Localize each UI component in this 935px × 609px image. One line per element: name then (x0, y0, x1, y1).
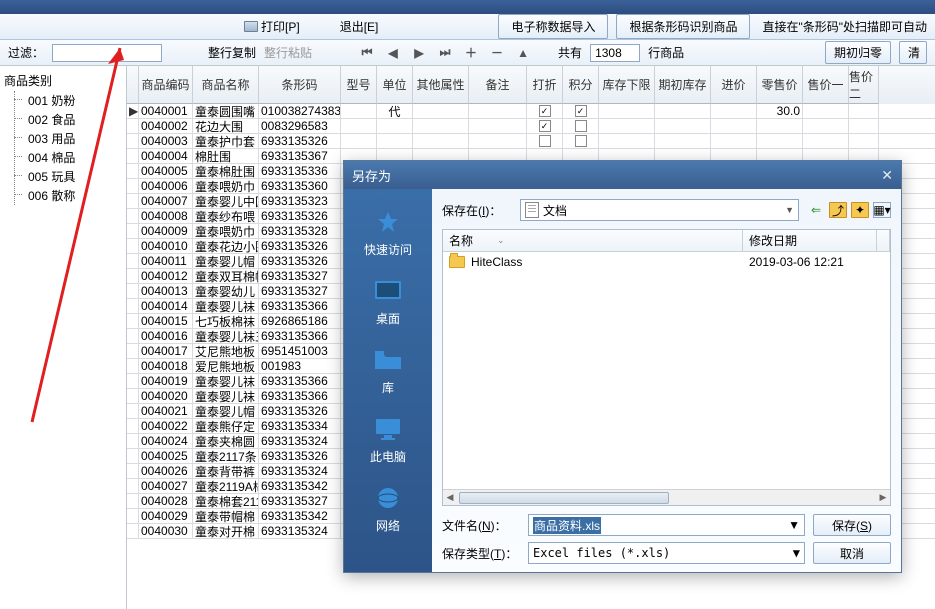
dialog-places-bar: 快速访问 桌面 库 此电脑 网络 (344, 189, 432, 572)
folder-icon (370, 345, 406, 375)
filename-input[interactable]: 商品资料.xls ▼ (528, 514, 805, 536)
chevron-down-icon: ▼ (793, 546, 800, 560)
tree-item[interactable]: 005 玩具 (4, 167, 122, 186)
horizontal-scrollbar[interactable]: ◀ ▶ (443, 489, 890, 505)
col-barcode[interactable]: 条形码 (259, 66, 341, 104)
toolbar-hint: 直接在"条形码"处扫描即可自动 (758, 18, 931, 35)
quick-access-item[interactable]: 快速访问 (364, 207, 412, 258)
folder-icon (449, 256, 465, 268)
computer-icon (370, 414, 406, 444)
main-toolbar: 打印[P] 退出[E] 电子称数据导入 根据条形码识别商品 直接在"条形码"处扫… (0, 14, 935, 40)
scrollbar-thumb[interactable] (459, 492, 669, 504)
location-combo[interactable]: 文档 ▼ (520, 199, 799, 221)
col-model[interactable]: 型号 (341, 66, 377, 104)
first-button[interactable]: ⏮ (358, 45, 376, 60)
save-button[interactable]: 保存(S) (813, 514, 891, 536)
grid-header: 商品编码 商品名称 条形码 型号 单位 其他属性 备注 打折 积分 库存下限 期… (127, 66, 935, 104)
file-list: 名称 ⌄ 修改日期 HiteClass2019-03-06 12:21 ◀ ▶ (442, 229, 891, 506)
printer-icon (244, 21, 258, 32)
location-value: 文档 (543, 202, 567, 219)
back-icon[interactable]: ⇐ (807, 202, 825, 218)
next-button[interactable]: ▶ (410, 46, 428, 60)
filter-label: 过滤： (8, 44, 44, 61)
tree-item[interactable]: 006 散称 (4, 186, 122, 205)
file-row[interactable]: HiteClass2019-03-06 12:21 (443, 252, 890, 272)
add-button[interactable]: ＋ (462, 44, 480, 61)
filename-label: 文件名(N)： (442, 517, 520, 534)
table-row[interactable]: 0040003童泰护巾套6933135326 (127, 134, 935, 149)
col-modified[interactable]: 修改日期 (743, 230, 877, 251)
this-pc-item[interactable]: 此电脑 (370, 414, 406, 465)
tree-root-label[interactable]: 商品类别 (4, 70, 122, 91)
save-as-dialog: 另存为 ✕ 快速访问 桌面 库 此电脑 网络 (343, 160, 902, 573)
prev-button[interactable]: ◀ (384, 46, 402, 60)
col-name[interactable]: 商品名称 (193, 66, 259, 104)
network-icon (370, 483, 406, 513)
col-score[interactable]: 积分 (563, 66, 599, 104)
clear-button[interactable]: 清 (899, 41, 927, 64)
reset-stock-button[interactable]: 期初归零 (825, 41, 891, 64)
edit-button[interactable]: ▲ (514, 46, 532, 60)
copy-row-button[interactable]: 整行复制 (208, 44, 256, 61)
total-suffix: 行商品 (648, 44, 684, 61)
col-discount[interactable]: 打折 (527, 66, 563, 104)
table-row[interactable]: 0040002花边大围0083296583✓ (127, 119, 935, 134)
remove-button[interactable]: － (488, 44, 506, 61)
chevron-down-icon: ⌄ (497, 235, 505, 246)
scroll-left-icon[interactable]: ◀ (443, 492, 457, 503)
filter-row: 过滤： 整行复制 整行粘贴 ⏮ ◀ ▶ ⏭ ＋ － ▲ 共有 1308 行商品 … (0, 40, 935, 66)
col-unit[interactable]: 单位 (377, 66, 413, 104)
scale-import-button[interactable]: 电子称数据导入 (498, 14, 608, 39)
cancel-button[interactable]: 取消 (813, 542, 891, 564)
print-label: 打印[P] (261, 18, 300, 35)
desktop-icon (370, 276, 406, 306)
filter-input[interactable] (52, 44, 162, 62)
col-remark[interactable]: 备注 (469, 66, 527, 104)
col-price2[interactable]: 售价二 (849, 66, 879, 104)
up-folder-icon[interactable]: ⤴ (829, 202, 847, 218)
col-code[interactable]: 商品编码 (139, 66, 193, 104)
col-price1[interactable]: 售价一 (803, 66, 849, 104)
print-button[interactable]: 打印[P] (244, 18, 300, 35)
total-count: 1308 (590, 44, 640, 62)
desktop-item[interactable]: 桌面 (370, 276, 406, 327)
dialog-title: 另存为 (352, 166, 391, 185)
view-menu-icon[interactable]: ▦▾ (873, 202, 891, 218)
tree-item[interactable]: 002 食品 (4, 110, 122, 129)
table-row[interactable]: ▶0040001童泰圆围嘴010038274383代✓✓30.0 (127, 104, 935, 119)
library-item[interactable]: 库 (370, 345, 406, 396)
new-folder-icon[interactable]: ✦ (851, 202, 869, 218)
paste-row-button[interactable]: 整行粘贴 (264, 44, 312, 61)
tree-item[interactable]: 003 用品 (4, 129, 122, 148)
tree-item[interactable]: 001 奶粉 (4, 91, 122, 110)
filetype-combo[interactable]: Excel files (*.xls) ▼ (528, 542, 805, 564)
filetype-label: 保存类型(T)： (442, 545, 520, 562)
total-prefix: 共有 (558, 44, 582, 61)
category-sidebar: 商品类别 001 奶粉002 食品003 用品004 棉品005 玩具006 散… (0, 66, 127, 609)
col-filename[interactable]: 名称 ⌄ (443, 230, 743, 251)
col-initstock[interactable]: 期初库存 (655, 66, 711, 104)
window-title-bar (0, 0, 935, 14)
col-sellprice[interactable]: 零售价 (757, 66, 803, 104)
tree-item[interactable]: 004 棉品 (4, 148, 122, 167)
document-icon (525, 202, 539, 218)
chevron-down-icon: ▼ (785, 205, 794, 215)
chevron-down-icon: ▼ (788, 518, 800, 532)
col-other[interactable]: 其他属性 (413, 66, 469, 104)
dialog-title-bar[interactable]: 另存为 ✕ (344, 161, 901, 189)
save-in-label: 保存在(I)： (442, 202, 512, 219)
barcode-identify-button[interactable]: 根据条形码识别商品 (616, 14, 750, 39)
exit-label: 退出[E] (340, 18, 379, 35)
exit-button[interactable]: 退出[E] (340, 18, 379, 35)
star-icon (370, 207, 406, 237)
col-minstock[interactable]: 库存下限 (599, 66, 655, 104)
network-item[interactable]: 网络 (370, 483, 406, 534)
last-button[interactable]: ⏭ (436, 45, 454, 60)
scroll-right-icon[interactable]: ▶ (876, 492, 890, 503)
col-buyprice[interactable]: 进价 (711, 66, 757, 104)
close-icon[interactable]: ✕ (881, 167, 893, 184)
